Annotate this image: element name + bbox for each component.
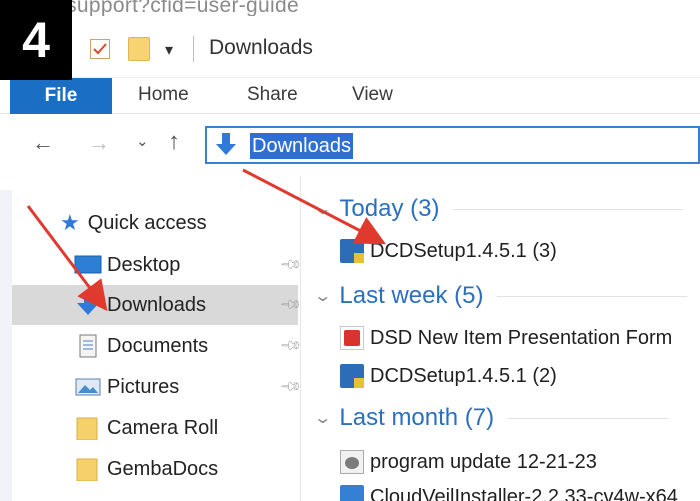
installer-icon: [340, 364, 364, 388]
group-title: Today (3): [339, 195, 440, 222]
back-arrow-icon[interactable]: ←: [32, 130, 54, 156]
program-icon: [340, 450, 364, 474]
star-icon: ★: [60, 210, 80, 235]
group-header-today[interactable]: ⌄ Today (3): [313, 194, 684, 224]
sidebar-item-gembadocs[interactable]: GembaDocs: [12, 449, 298, 489]
file-name: program update 12-21-23: [370, 450, 597, 473]
window-title: Downloads: [209, 36, 313, 59]
file-name: DCDSetup1.4.5.1 (2): [370, 364, 557, 387]
title-separator: [193, 36, 194, 62]
downloads-icon: [74, 293, 102, 317]
tab-share[interactable]: Share: [247, 84, 298, 106]
group-divider: [453, 208, 684, 210]
file-row[interactable]: DSD New Item Presentation Form: [340, 323, 672, 353]
new-folder-icon[interactable]: [128, 37, 150, 61]
sidebar-item-label: Camera Roll: [107, 416, 219, 439]
folder-icon: [74, 457, 102, 482]
recent-locations-icon[interactable]: ⌄: [136, 132, 149, 150]
up-arrow-icon[interactable]: ↑: [168, 128, 180, 156]
pictures-icon: [74, 375, 102, 399]
quick-access-header[interactable]: ★ Quick access: [60, 208, 207, 238]
group-title: Last month (7): [339, 404, 495, 431]
folder-icon: [74, 416, 102, 441]
tab-file[interactable]: File: [10, 78, 112, 114]
sidebar-item-camera-roll[interactable]: Camera Roll: [12, 408, 298, 448]
group-header-last-week[interactable]: ⌄ Last week (5): [313, 281, 688, 311]
pdf-icon: [340, 326, 364, 350]
collapse-chevron-icon[interactable]: ⌄: [313, 286, 332, 306]
pane-divider: [300, 176, 301, 501]
sidebar-item-documents[interactable]: Documents 📌︎: [12, 326, 303, 366]
file-name: DCDSetup1.4.5.1 (3): [370, 239, 557, 262]
file-row[interactable]: DCDSetup1.4.5.1 (3): [340, 236, 557, 266]
group-divider: [508, 417, 669, 419]
sidebar-item-desktop[interactable]: Desktop 📌︎: [12, 245, 303, 285]
step-number-badge: 4: [0, 0, 72, 80]
sidebar-item-label: Downloads: [107, 293, 206, 316]
file-name: CloudVeilInstaller-2.2.33-cv4w-x64: [370, 485, 678, 501]
desktop-icon: [74, 253, 102, 277]
sidebar-item-label: Documents: [107, 334, 209, 357]
tab-view[interactable]: View: [352, 84, 393, 106]
installer-icon: [340, 239, 364, 263]
group-divider: [497, 295, 688, 297]
sidebar-item-downloads[interactable]: Downloads 📌︎: [12, 285, 303, 325]
sidebar-item-pictures[interactable]: Pictures 📌︎: [12, 367, 303, 407]
file-row[interactable]: program update 12-21-23: [340, 447, 597, 477]
documents-icon: [74, 334, 102, 358]
customize-dropdown-icon[interactable]: ▾: [165, 40, 173, 60]
file-row[interactable]: DCDSetup1.4.5.1 (2): [340, 361, 557, 391]
browser-url-remnant: /support?cfid=user-guide: [60, 0, 299, 16]
downloads-arrow-icon: [212, 131, 240, 159]
collapse-chevron-icon[interactable]: ⌄: [313, 408, 332, 428]
group-title: Last week (5): [339, 282, 484, 309]
file-row[interactable]: CloudVeilInstaller-2.2.33-cv4w-x64: [340, 482, 678, 501]
forward-arrow-icon[interactable]: →: [88, 130, 110, 156]
tab-home[interactable]: Home: [138, 84, 189, 106]
group-header-last-month[interactable]: ⌄ Last month (7): [313, 403, 669, 433]
sidebar-item-label: Pictures: [107, 375, 180, 398]
properties-check-icon[interactable]: [90, 39, 110, 59]
sidebar-item-label: Desktop: [107, 253, 181, 276]
file-name: DSD New Item Presentation Form: [370, 326, 673, 349]
quick-access-label: Quick access: [87, 211, 207, 234]
sidebar-item-label: GembaDocs: [107, 457, 219, 480]
collapse-chevron-icon[interactable]: ⌄: [313, 199, 332, 219]
address-text[interactable]: Downloads: [250, 133, 353, 159]
installer-icon: [340, 485, 364, 501]
window-left-edge: [0, 190, 12, 501]
